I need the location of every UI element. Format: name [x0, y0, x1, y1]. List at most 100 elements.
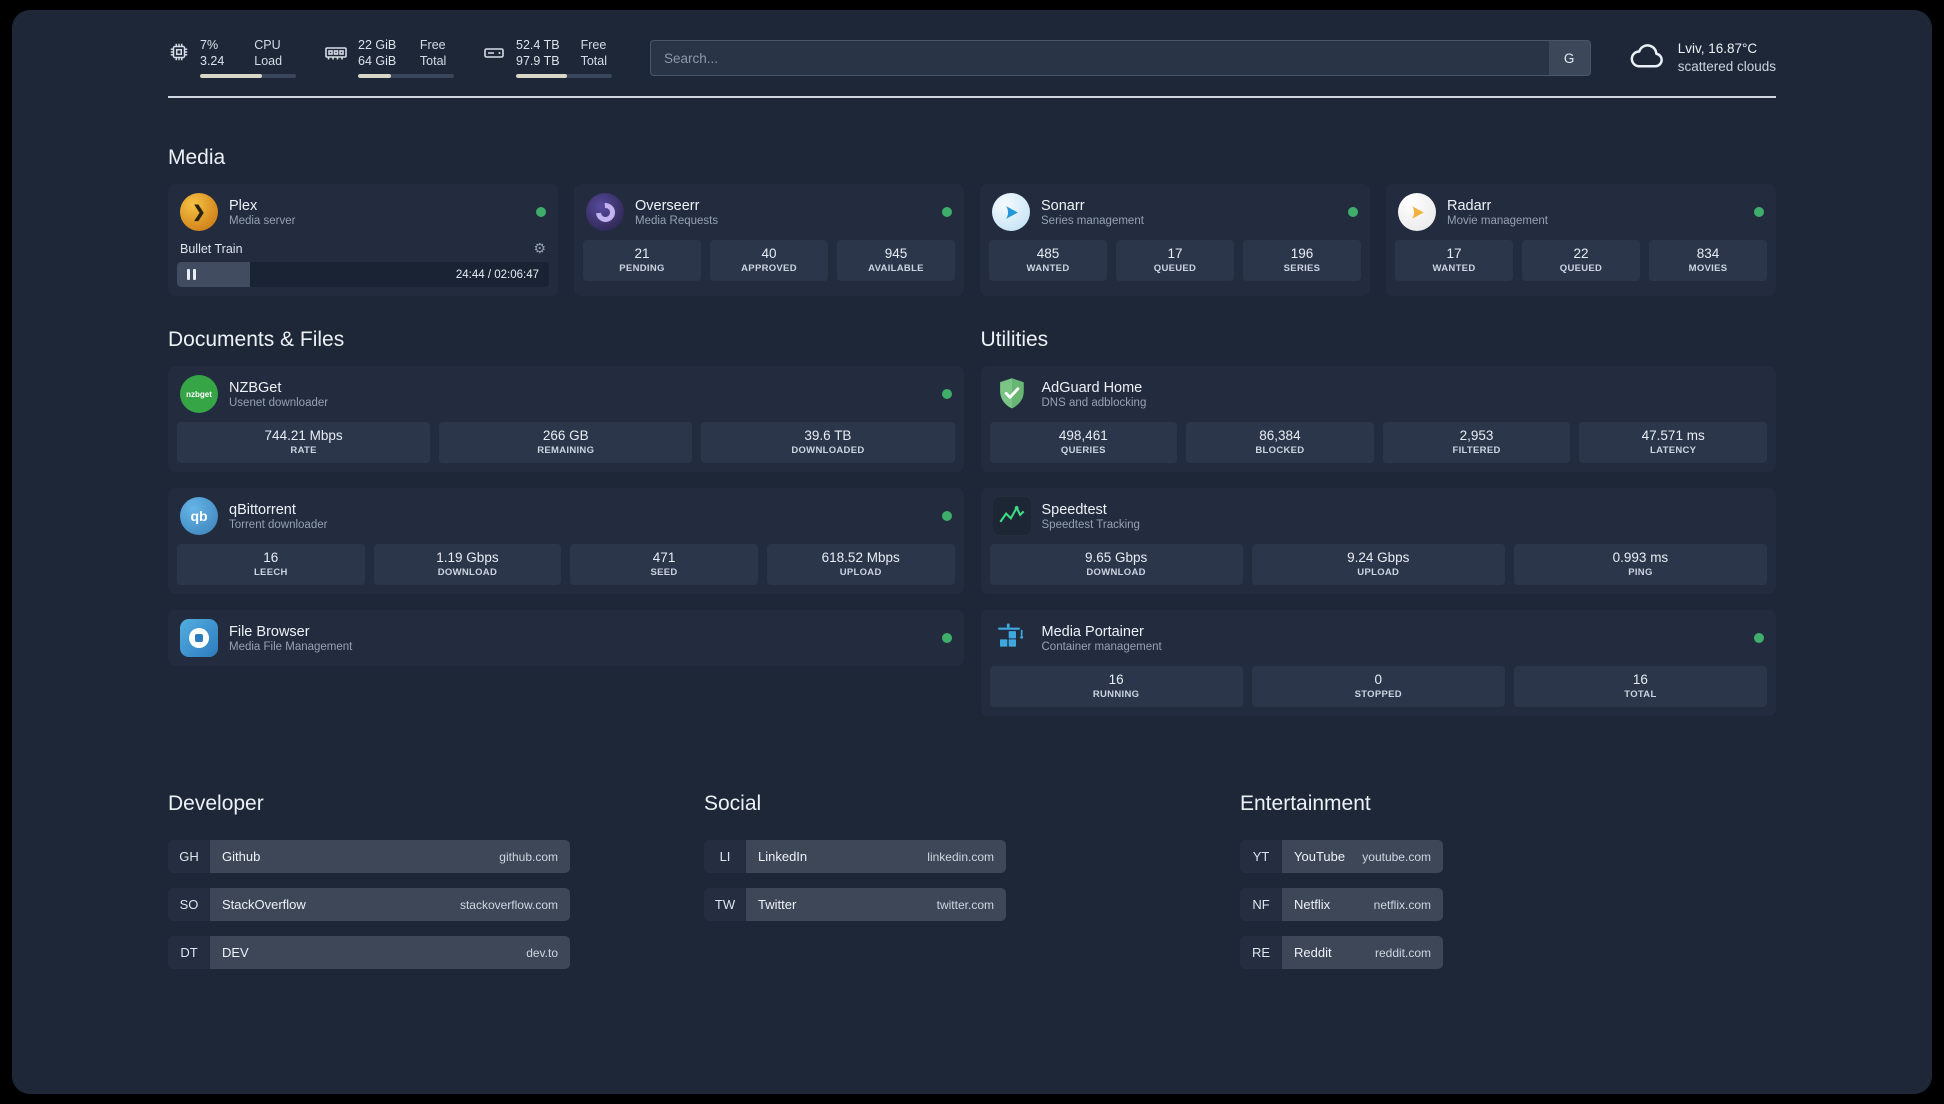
- stat-download: 9.65 Gbps DOWNLOAD: [989, 544, 1243, 585]
- stat-wanted: 17 WANTED: [1395, 240, 1513, 281]
- memory-icon: [324, 41, 348, 65]
- search-bar: G: [650, 40, 1591, 76]
- bookmark-github[interactable]: GH Github github.com: [168, 840, 570, 873]
- bookmarks-area: Developer GH Github github.com SO StackO…: [168, 792, 1776, 984]
- nzbget-icon: nzbget: [180, 375, 218, 413]
- qbittorrent-card[interactable]: qb qBittorrent Torrent downloader 16 LEE…: [168, 488, 964, 594]
- section-utilities: Utilities AdGuard Home DNS and adblockin…: [980, 328, 1776, 732]
- adguard-icon: [993, 375, 1031, 413]
- dashboard-panel: 7% CPU 3.24 Load 22 GiB Free 64 GiB Tota…: [12, 10, 1932, 1094]
- bookmark-name: Github: [222, 849, 261, 864]
- speedtest-icon: [992, 497, 1031, 535]
- disk-total-value: 97.9 TB: [516, 54, 560, 68]
- filebrowser-icon: [180, 619, 218, 657]
- bookmark-group-title: Social: [704, 792, 762, 815]
- stat-queries: 498,461 QUERIES: [989, 422, 1178, 463]
- bookmark-url: twitter.com: [936, 897, 994, 912]
- service-name: Radarr: [1447, 197, 1492, 214]
- service-name: NZBGet: [229, 379, 282, 396]
- section-title-documents: Documents & Files: [168, 328, 345, 351]
- bookmark-reddit[interactable]: RE Reddit reddit.com: [1240, 936, 1443, 969]
- bookmark-youtube[interactable]: YT YouTube youtube.com: [1240, 840, 1443, 873]
- bookmark-name: YouTube: [1294, 849, 1346, 864]
- cpu-load-label: Load: [254, 54, 283, 68]
- memory-total-value: 64 GiB: [358, 54, 397, 68]
- bookmark-abbr: NF: [1240, 888, 1282, 921]
- bookmark-group-entertainment: Entertainment YT YouTube youtube.com NF …: [1240, 792, 1776, 984]
- stat-approved: 40 APPROVED: [710, 240, 828, 281]
- sonarr-card[interactable]: Sonarr Series management 485 WANTED 17 Q…: [980, 184, 1370, 296]
- section-documents: Documents & Files nzbget NZBGet Usenet d…: [168, 328, 964, 732]
- plex-card[interactable]: ❯ Plex Media server Bullet Train ⚙ 24:44…: [168, 184, 558, 296]
- gear-icon[interactable]: ⚙: [533, 240, 546, 257]
- disk-usage-bar: [516, 74, 612, 78]
- service-subtitle: Usenet downloader: [229, 396, 329, 409]
- nzbget-card[interactable]: nzbget NZBGet Usenet downloader 744.21 M…: [168, 366, 964, 472]
- weather-widget[interactable]: Lviv, 16.87°C scattered clouds: [1629, 40, 1776, 75]
- bookmark-linkedin[interactable]: LI LinkedIn linkedin.com: [704, 840, 1006, 873]
- bookmark-name: StackOverflow: [222, 897, 306, 912]
- portainer-card[interactable]: Media Portainer Container management 16 …: [980, 610, 1776, 716]
- playback-time: 24:44 / 02:06:47: [455, 268, 539, 281]
- service-subtitle: Media server: [229, 214, 296, 227]
- radarr-icon: [1398, 193, 1436, 231]
- stat-filtered: 2,953 FILTERED: [1382, 422, 1571, 463]
- now-playing-title: Bullet Train: [180, 241, 243, 256]
- search-provider-button[interactable]: G: [1548, 40, 1591, 76]
- stat-latency: 47.571 ms LATENCY: [1579, 422, 1767, 463]
- filebrowser-card[interactable]: File Browser Media File Management: [168, 610, 964, 666]
- playback-progress-bar[interactable]: 24:44 / 02:06:47: [177, 262, 549, 287]
- pause-button[interactable]: [187, 269, 196, 280]
- service-subtitle: Torrent downloader: [229, 518, 328, 531]
- status-dot-online: [1754, 633, 1764, 643]
- weather-condition: scattered clouds: [1677, 59, 1776, 74]
- sonarr-icon: [992, 193, 1030, 231]
- status-dot-online: [536, 207, 546, 217]
- service-name: qBittorrent: [229, 501, 296, 518]
- bookmark-dev[interactable]: DT DEV dev.to: [168, 936, 570, 969]
- memory-total-label: Total: [419, 54, 447, 68]
- service-name: Overseerr: [635, 197, 700, 214]
- speedtest-card[interactable]: Speedtest Speedtest Tracking 9.65 Gbps D…: [980, 488, 1776, 594]
- bookmark-twitter[interactable]: TW Twitter twitter.com: [704, 888, 1006, 921]
- service-subtitle: Media Requests: [635, 214, 719, 227]
- service-subtitle: Speedtest Tracking: [1041, 518, 1140, 531]
- bookmark-netflix[interactable]: NF Netflix netflix.com: [1240, 888, 1443, 921]
- status-dot-online: [941, 511, 952, 521]
- bookmark-group-social: Social LI LinkedIn linkedin.com TW Twitt…: [704, 792, 1240, 984]
- stat-pending: 21 PENDING: [583, 240, 701, 281]
- stat-queued: 17 QUEUED: [1116, 240, 1234, 281]
- bookmark-abbr: YT: [1240, 840, 1282, 873]
- service-subtitle: Container management: [1041, 640, 1162, 653]
- resource-widgets: 7% CPU 3.24 Load 22 GiB Free 64 GiB Tota…: [168, 38, 612, 78]
- bookmark-abbr: TW: [704, 888, 746, 921]
- overseerr-icon: [586, 193, 624, 231]
- stat-leech: 16 LEECH: [177, 544, 365, 585]
- disk-total-label: Total: [580, 54, 607, 68]
- stat-ping: 0.993 ms PING: [1513, 544, 1768, 585]
- memory-free-label: Free: [419, 38, 446, 52]
- cpu-widget: 7% CPU 3.24 Load: [168, 38, 296, 78]
- bookmark-url: netflix.com: [1373, 897, 1431, 912]
- stat-running: 16 RUNNING: [989, 666, 1243, 707]
- bookmark-name: Twitter: [758, 897, 797, 912]
- stat-movies: 834 MOVIES: [1649, 240, 1767, 281]
- adguard-card[interactable]: AdGuard Home DNS and adblocking 498,461 …: [980, 366, 1776, 472]
- search-input[interactable]: [650, 40, 1549, 76]
- overseerr-card[interactable]: Overseerr Media Requests 21 PENDING 40 A…: [574, 184, 964, 296]
- stat-download: 1.19 Gbps DOWNLOAD: [373, 544, 562, 585]
- stat-available: 945 AVAILABLE: [837, 240, 955, 281]
- bookmark-stackoverflow[interactable]: SO StackOverflow stackoverflow.com: [168, 888, 570, 921]
- stat-downloaded: 39.6 TB DOWNLOADED: [701, 422, 955, 463]
- bookmark-abbr: GH: [168, 840, 210, 873]
- stat-seed: 471 SEED: [570, 544, 758, 585]
- bookmark-url: dev.to: [526, 945, 558, 960]
- stat-total: 16 TOTAL: [1513, 666, 1768, 707]
- service-name: AdGuard Home: [1041, 379, 1143, 396]
- service-name: Sonarr: [1041, 197, 1085, 214]
- radarr-card[interactable]: Radarr Movie management 17 WANTED 22 QUE…: [1386, 184, 1776, 296]
- bookmark-name: Netflix: [1294, 897, 1331, 912]
- weather-location: Lviv, 16.87°C: [1677, 41, 1758, 57]
- bookmark-url: reddit.com: [1374, 945, 1431, 960]
- disk-free-label: Free: [580, 38, 607, 52]
